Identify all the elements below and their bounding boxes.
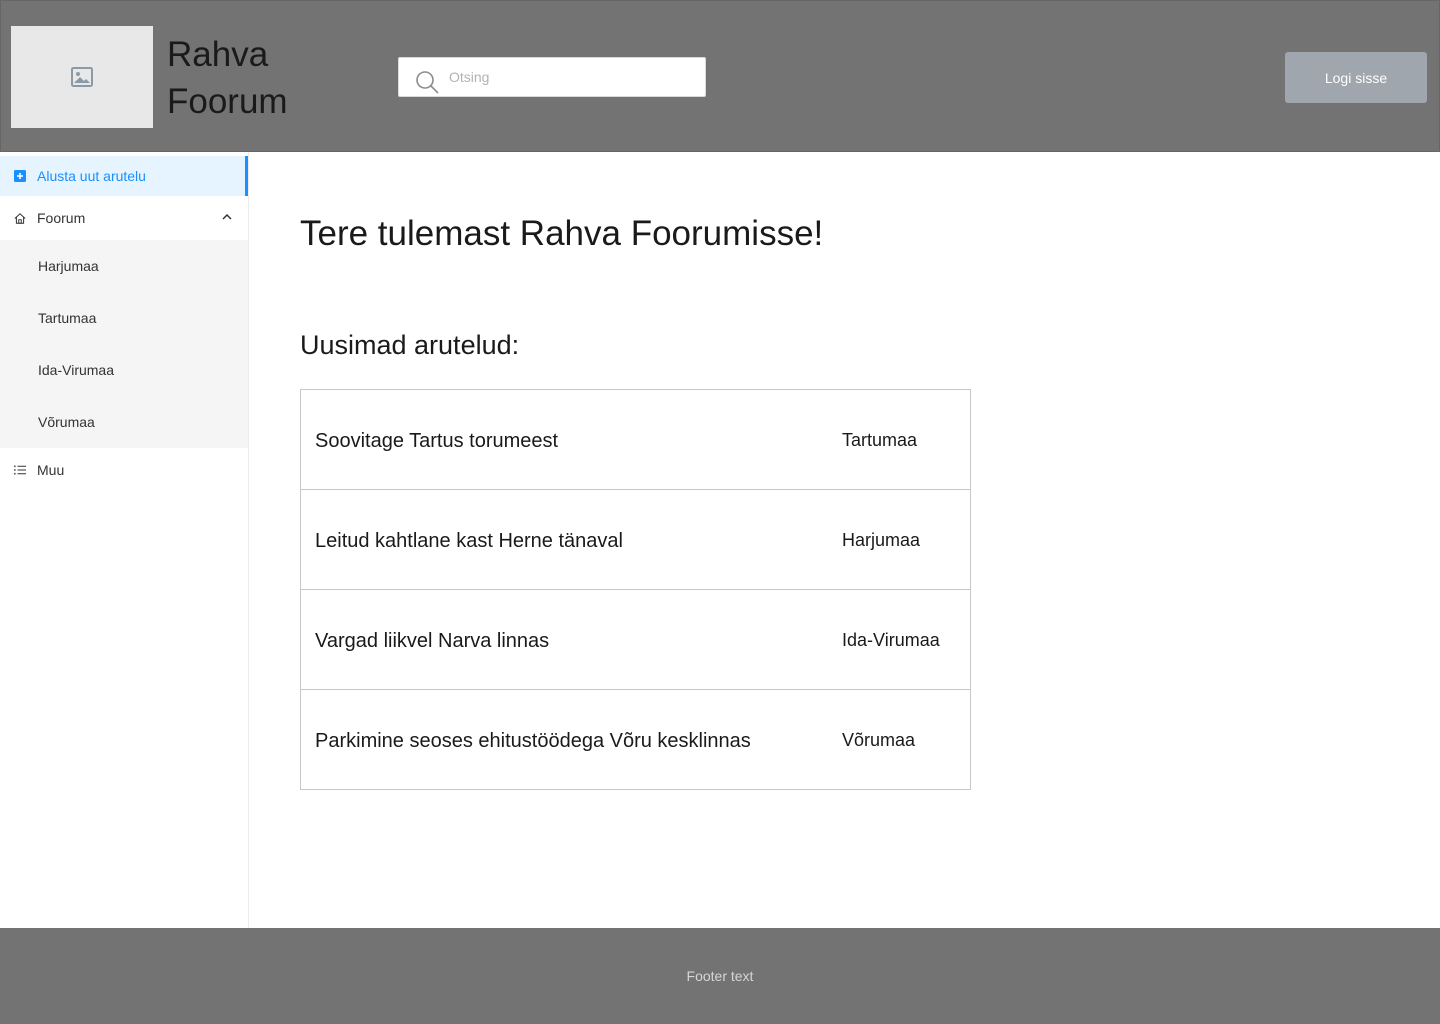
thread-region: Tartumaa [842, 430, 918, 450]
sidebar-item-label: Muu [37, 462, 65, 478]
thread-title[interactable]: Vargad liikvel Narva linnas [315, 630, 549, 653]
thread-region: Võrumaa [842, 730, 916, 750]
forum-submenu: Harjumaa Tartumaa Ida-Virumaa Võrumaa [0, 240, 248, 448]
sidebar-item-other[interactable]: Muu [0, 448, 248, 492]
thread-title[interactable]: Soovitage Tartus torumeest [315, 430, 558, 453]
sidebar-subitem-vorumaa[interactable]: Võrumaa [0, 396, 248, 448]
image-icon [71, 67, 93, 87]
search-box[interactable] [398, 57, 706, 97]
thread-title[interactable]: Leitud kahtlane kast Herne tänaval [315, 530, 623, 553]
thread-row[interactable]: Vargad liikvel Narva linnas Ida-Virumaa [301, 590, 970, 690]
sidebar-item-forum[interactable]: Foorum [0, 196, 248, 240]
page-title: Tere tulemast Rahva Foorumisse! [300, 214, 824, 253]
sidebar-subitem-ida-virumaa[interactable]: Ida-Virumaa [0, 344, 248, 396]
site-title: Rahva Foorum [167, 35, 288, 121]
thread-region: Harjumaa [842, 530, 921, 550]
thread-row[interactable]: Parkimine seoses ehitustöödega Võru kesk… [301, 690, 970, 789]
home-icon [14, 212, 26, 224]
sidebar-subitem-harjumaa[interactable]: Harjumaa [0, 240, 248, 292]
main-content: Tere tulemast Rahva Foorumisse! Uusimad … [249, 152, 1440, 928]
sidebar-subitem-tartumaa[interactable]: Tartumaa [0, 292, 248, 344]
footer: Footer text [0, 928, 1440, 1024]
thread-row[interactable]: Leitud kahtlane kast Herne tänaval Harju… [301, 490, 970, 590]
header: Rahva Foorum Logi sisse [0, 0, 1440, 152]
latest-discussions-heading: Uusimad arutelud: [300, 330, 520, 360]
page: Rahva Foorum Logi sisse Alusta uut arute… [0, 0, 1440, 1024]
thread-row[interactable]: Soovitage Tartus torumeest Tartumaa [301, 390, 970, 490]
search-input[interactable] [449, 66, 689, 88]
list-icon [14, 464, 26, 476]
sidebar-item-new-discussion[interactable]: Alusta uut arutelu [0, 156, 248, 196]
sidebar-item-label: Foorum [37, 210, 86, 226]
logo-placeholder[interactable] [11, 26, 153, 128]
sidebar-item-label: Alusta uut arutelu [37, 168, 146, 184]
thread-title[interactable]: Parkimine seoses ehitustöödega Võru kesk… [315, 730, 751, 753]
search-icon [416, 71, 439, 94]
chevron-up-icon[interactable] [222, 212, 232, 222]
thread-list: Soovitage Tartus torumeest Tartumaa Leit… [300, 389, 971, 790]
footer-text: Footer text [686, 968, 754, 984]
thread-region: Ida-Virumaa [842, 630, 940, 650]
sidebar: Alusta uut arutelu Foorum Harjumaa Tartu… [0, 152, 249, 928]
login-button[interactable]: Logi sisse [1285, 52, 1427, 103]
plus-square-icon [14, 170, 26, 182]
